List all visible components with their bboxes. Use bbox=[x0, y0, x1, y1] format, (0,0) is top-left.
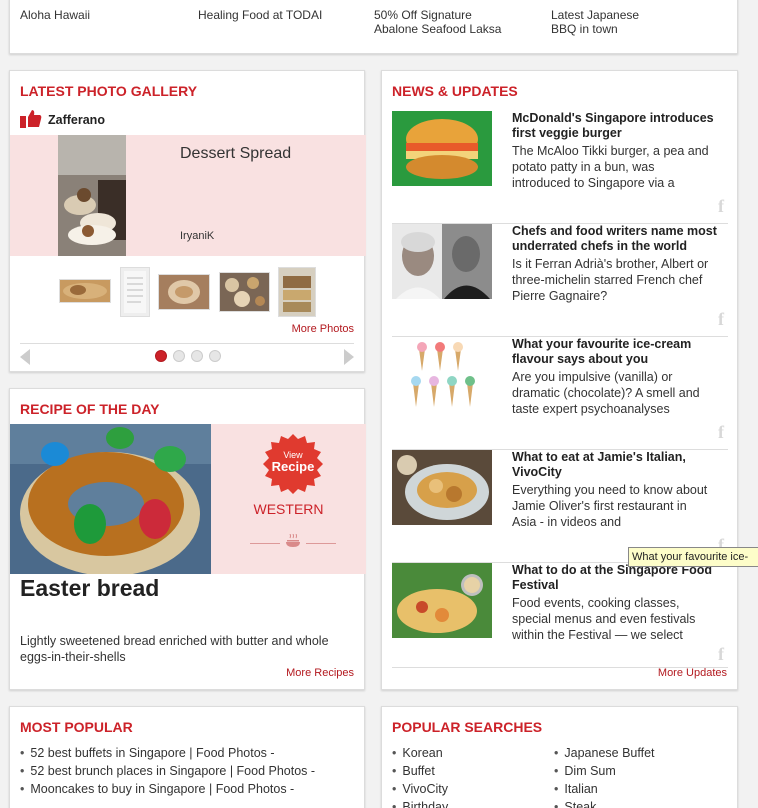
promo-link[interactable]: 50% Off Signature Abalone Seafood Laksa bbox=[374, 8, 514, 36]
popular-item[interactable]: Mooncakes to buy in Singapore | Food Pho… bbox=[20, 781, 294, 798]
pager-dot-active[interactable] bbox=[155, 350, 167, 362]
facebook-icon[interactable]: f bbox=[718, 309, 724, 330]
news-headline[interactable]: What to eat at Jamie's Italian, VivoCity bbox=[512, 450, 730, 480]
arrow-right-icon[interactable] bbox=[342, 349, 354, 368]
news-description: Food events, cooking classes, special me… bbox=[512, 596, 696, 642]
arrow-left-icon[interactable] bbox=[20, 349, 32, 368]
promo-link[interactable]: Latest Japanese BBQ in town bbox=[551, 8, 661, 36]
search-term[interactable]: Korean bbox=[392, 745, 442, 762]
pager-dot[interactable] bbox=[209, 350, 221, 362]
news-item[interactable]: What to do at the Singapore Food Festiva… bbox=[392, 563, 728, 668]
news-thumbnail[interactable] bbox=[392, 337, 492, 412]
search-term[interactable]: Dim Sum bbox=[554, 763, 615, 780]
thumbs-up-icon bbox=[20, 110, 42, 131]
pager-dot[interactable] bbox=[173, 350, 185, 362]
promo-link[interactable]: Aloha Hawaii bbox=[20, 8, 180, 22]
gallery-photo-title[interactable]: Dessert Spread bbox=[180, 145, 291, 163]
search-term[interactable]: Buffet bbox=[392, 763, 434, 780]
photo-gallery-panel: LATEST PHOTO GALLERY Zafferano Dessert S… bbox=[9, 70, 366, 372]
view-recipe-badge[interactable]: View Recipe bbox=[263, 434, 323, 494]
news-description: Everything you need to know about Jamie … bbox=[512, 483, 708, 529]
promo-link[interactable]: Healing Food at TODAI bbox=[198, 8, 358, 22]
news-headline[interactable]: Chefs and food writers name most underra… bbox=[512, 224, 730, 254]
recipe-photo[interactable] bbox=[10, 424, 211, 574]
gallery-thumbnail[interactable] bbox=[120, 267, 150, 317]
popular-item[interactable]: 52 best brunch places in Singapore | Foo… bbox=[20, 763, 315, 780]
tooltip: What your favourite ice- bbox=[628, 547, 758, 567]
more-photos-link[interactable]: More Photos bbox=[292, 323, 354, 335]
news-thumbnail[interactable] bbox=[392, 450, 492, 525]
news-headline[interactable]: McDonald's Singapore introduces first ve… bbox=[512, 111, 730, 141]
section-title: MOST POPULAR bbox=[20, 719, 133, 735]
recipe-dish-name[interactable]: Easter bread bbox=[20, 575, 159, 602]
search-term[interactable]: Steak bbox=[554, 799, 596, 808]
pager-dot[interactable] bbox=[191, 350, 203, 362]
gallery-photo-author: IryaniK bbox=[180, 230, 215, 242]
dish-icon bbox=[285, 533, 301, 551]
gallery-thumbnail[interactable] bbox=[59, 279, 111, 303]
most-popular-panel: MOST POPULAR 52 best buffets in Singapor… bbox=[9, 706, 365, 808]
section-title: POPULAR SEARCHES bbox=[392, 719, 543, 735]
divider-line bbox=[306, 543, 336, 544]
news-thumbnail[interactable] bbox=[392, 111, 492, 186]
top-promo-strip: Aloha Hawaii Healing Food at TODAI 50% O… bbox=[9, 0, 738, 54]
search-term[interactable]: Italian bbox=[554, 781, 597, 798]
gallery-main-photo[interactable] bbox=[58, 135, 126, 256]
popular-searches-panel: POPULAR SEARCHES Korean Buffet VivoCity … bbox=[381, 706, 738, 808]
search-term[interactable]: VivoCity bbox=[392, 781, 448, 798]
news-description: Is it Ferran Adrià's brother, Albert or … bbox=[512, 257, 709, 303]
gallery-thumbnail[interactable] bbox=[219, 272, 270, 312]
news-headline[interactable]: What to do at the Singapore Food Festiva… bbox=[512, 563, 730, 593]
gallery-venue[interactable]: Zafferano bbox=[48, 113, 105, 127]
facebook-icon[interactable]: f bbox=[718, 196, 724, 217]
gallery-thumbnail[interactable] bbox=[278, 267, 316, 317]
news-item[interactable]: Chefs and food writers name most underra… bbox=[392, 224, 728, 337]
search-term[interactable]: Birthday bbox=[392, 799, 448, 808]
gallery-divider bbox=[20, 343, 354, 344]
recipe-cuisine[interactable]: WESTERN bbox=[211, 501, 366, 517]
search-term[interactable]: Japanese Buffet bbox=[554, 745, 654, 762]
news-thumbnail[interactable] bbox=[392, 224, 492, 299]
section-title: RECIPE OF THE DAY bbox=[20, 401, 160, 417]
more-recipes-link[interactable]: More Recipes bbox=[286, 667, 354, 679]
facebook-icon[interactable]: f bbox=[718, 422, 724, 443]
recipe-of-the-day-panel: RECIPE OF THE DAY View Recipe WESTERN Ea… bbox=[9, 388, 366, 690]
news-item[interactable]: What your favourite ice-cream flavour sa… bbox=[392, 337, 728, 450]
section-title: NEWS & UPDATES bbox=[392, 83, 518, 99]
news-headline[interactable]: What your favourite ice-cream flavour sa… bbox=[512, 337, 730, 367]
divider-line bbox=[250, 543, 280, 544]
popular-item[interactable]: 52 best buffets in Singapore | Food Phot… bbox=[20, 745, 274, 762]
facebook-icon[interactable]: f bbox=[718, 644, 724, 665]
recipe-description: Lightly sweetened bread enriched with bu… bbox=[20, 634, 329, 664]
gallery-thumbnail[interactable] bbox=[158, 274, 210, 310]
news-thumbnail[interactable] bbox=[392, 563, 492, 638]
news-item[interactable]: McDonald's Singapore introduces first ve… bbox=[392, 111, 728, 224]
news-updates-panel: NEWS & UPDATES McDonald's Singapore intr… bbox=[381, 70, 738, 690]
news-description: Are you impulsive (vanilla) or dramatic … bbox=[512, 370, 700, 416]
badge-main-text: Recipe bbox=[271, 459, 315, 474]
more-updates-link[interactable]: More Updates bbox=[658, 667, 727, 679]
section-title: LATEST PHOTO GALLERY bbox=[20, 83, 198, 99]
news-description: The McAloo Tikki burger, a pea and potat… bbox=[512, 144, 709, 190]
